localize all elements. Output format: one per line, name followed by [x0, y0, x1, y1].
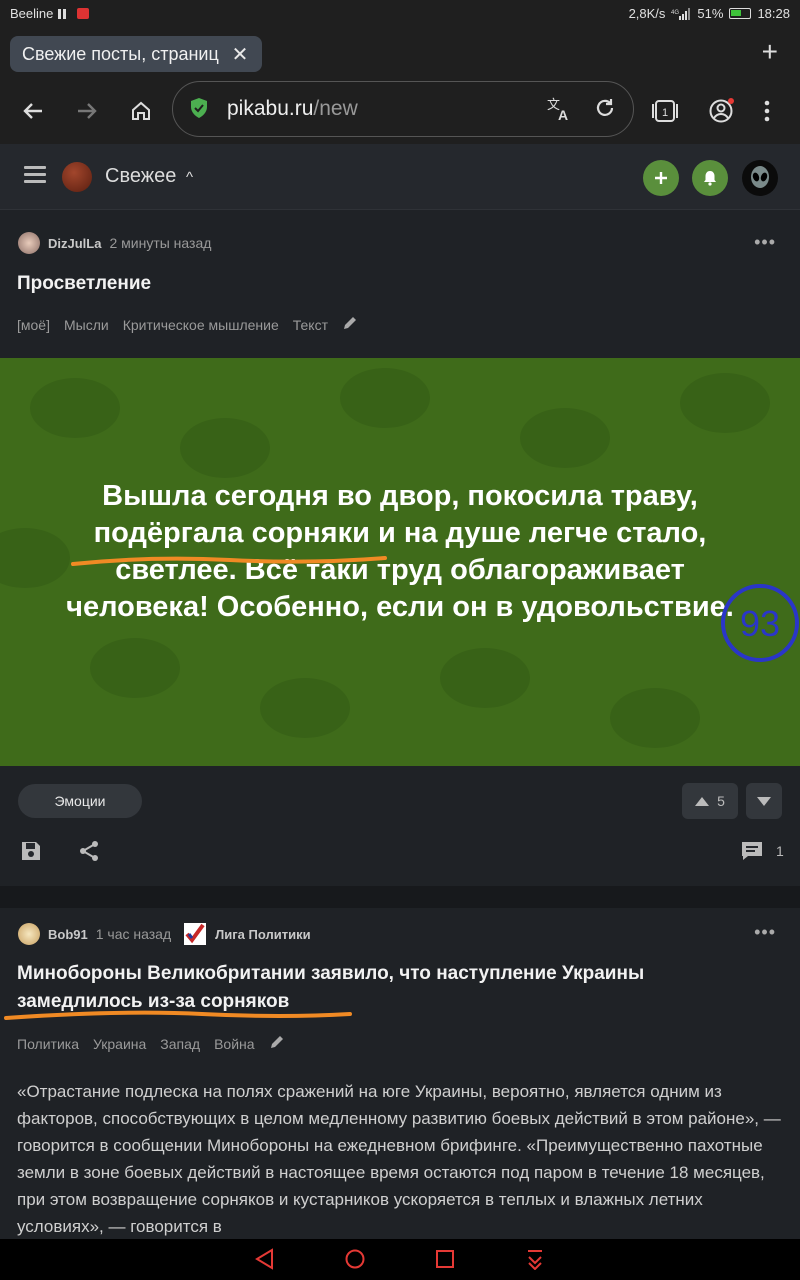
chevron-up-icon: ^ — [185, 169, 193, 186]
post1-title[interactable]: Просветление — [17, 270, 151, 298]
nav-recents-icon[interactable] — [434, 1248, 456, 1270]
notification-icon — [77, 8, 90, 19]
post-divider — [0, 886, 800, 908]
save-icon[interactable] — [20, 840, 42, 867]
avatar[interactable] — [18, 923, 40, 945]
secure-shield-icon — [189, 97, 209, 125]
back-arrow-icon[interactable] — [18, 96, 48, 126]
clock: 18:28 — [757, 6, 790, 21]
battery-icon — [729, 8, 752, 19]
upvote-button[interactable]: 5 — [682, 783, 738, 819]
tab-strip: Свежие посты, страниц ✕ + — [0, 28, 800, 78]
orange-underline-annotation — [71, 556, 387, 566]
browser-toolbar: pikabu.ru/new 文A 1 — [0, 78, 800, 144]
svg-text:A: A — [558, 107, 568, 122]
avatar[interactable] — [18, 232, 40, 254]
orange-underline-annotation — [4, 1010, 352, 1020]
share-icon[interactable] — [78, 840, 100, 867]
tag[interactable]: Украина — [93, 1036, 146, 1052]
translate-icon[interactable]: 文A — [547, 96, 573, 128]
arrow-down-icon — [757, 796, 771, 806]
post2-body: «Отрастание подлеска на полях сражений н… — [17, 1082, 781, 1236]
site-header: Свежее ^ — [0, 144, 800, 210]
post2-more-icon[interactable]: ••• — [754, 922, 776, 943]
home-icon[interactable] — [126, 96, 156, 126]
close-tab-icon[interactable]: ✕ — [230, 42, 250, 67]
post1-comment-count: 1 — [776, 843, 784, 859]
address-bar[interactable]: pikabu.ru/new 文A — [172, 81, 634, 137]
post2-community[interactable]: Лига Политики — [215, 927, 310, 942]
system-nav-bar — [0, 1239, 800, 1280]
more-vert-icon[interactable] — [752, 96, 782, 126]
carrier-label: Beeline — [10, 6, 54, 21]
post1-tags: [моё] Мысли Критическое мышление Текст — [17, 315, 358, 334]
post2-tags: Политика Украина Запад Война — [17, 1034, 285, 1053]
comment-icon — [742, 842, 762, 860]
reload-icon[interactable] — [593, 96, 617, 126]
status-bar: Beeline 2,8K/s 4G 51% 18:28 — [0, 0, 800, 28]
tag[interactable]: Критическое мышление — [123, 317, 279, 333]
post2-meta: Bob91 1 час назад Лига Политики — [18, 922, 311, 946]
tag[interactable]: Война — [214, 1036, 254, 1052]
post2-time: 1 час назад — [95, 926, 172, 942]
network-speed: 2,8K/s — [628, 6, 666, 21]
plus-icon — [655, 172, 667, 184]
nav-notification-shade-icon[interactable] — [524, 1248, 546, 1270]
tab-switcher-icon[interactable]: 1 — [650, 96, 680, 126]
number-badge-annotation: 93 — [721, 584, 799, 662]
comments-button[interactable]: 1 — [740, 840, 784, 862]
browser-tab[interactable]: Свежие посты, страниц ✕ — [10, 36, 262, 72]
bell-icon — [704, 171, 716, 186]
menu-icon[interactable] — [24, 166, 46, 184]
alien-avatar-icon — [751, 166, 769, 188]
badge-number: 93 — [740, 603, 780, 644]
emotions-button[interactable]: Эмоции — [18, 784, 142, 818]
tag[interactable]: Мысли — [64, 317, 109, 333]
post1-author[interactable]: DizJulLa — [48, 236, 101, 251]
forward-arrow-icon[interactable] — [72, 96, 102, 126]
battery-percent: 51% — [697, 6, 724, 21]
nav-home-icon[interactable] — [344, 1248, 366, 1270]
post1-rating: 5 — [717, 793, 725, 809]
downvote-button[interactable] — [746, 783, 782, 819]
post1-image[interactable]: Вышла сегодня во двор, покосила траву, п… — [0, 358, 800, 766]
signal-icon — [58, 9, 67, 19]
post1-more-icon[interactable]: ••• — [754, 232, 776, 253]
pikabu-logo[interactable] — [62, 162, 92, 192]
nav-back-icon[interactable] — [254, 1248, 276, 1270]
add-post-button[interactable] — [643, 160, 679, 196]
tag[interactable]: [моё] — [17, 317, 50, 333]
post2-author[interactable]: Bob91 — [48, 927, 88, 942]
edit-tags-icon[interactable] — [342, 315, 358, 334]
notifications-button[interactable] — [692, 160, 728, 196]
new-tab-icon[interactable]: + — [762, 38, 778, 66]
user-avatar[interactable] — [742, 160, 778, 196]
arrow-up-icon — [695, 796, 710, 806]
url-path: /new — [313, 97, 358, 120]
community-logo-icon[interactable] — [183, 922, 207, 946]
url-host: pikabu.ru — [227, 97, 314, 120]
tag[interactable]: Политика — [17, 1036, 79, 1052]
section-dropdown[interactable]: Свежее ^ — [105, 165, 193, 188]
section-title: Свежее — [105, 165, 177, 187]
post1-meta: DizJulLa 2 минуты назад — [18, 232, 211, 254]
tab-count: 1 — [662, 107, 668, 119]
edit-tags-icon[interactable] — [269, 1034, 285, 1053]
tag[interactable]: Запад — [160, 1036, 200, 1052]
tab-title: Свежие посты, страниц — [22, 43, 219, 64]
cell-signal-icon: 4G — [671, 7, 691, 20]
post1-time: 2 минуты назад — [109, 235, 212, 251]
tag[interactable]: Текст — [293, 317, 328, 333]
svg-text:4G: 4G — [671, 10, 679, 16]
account-icon[interactable] — [706, 96, 736, 126]
